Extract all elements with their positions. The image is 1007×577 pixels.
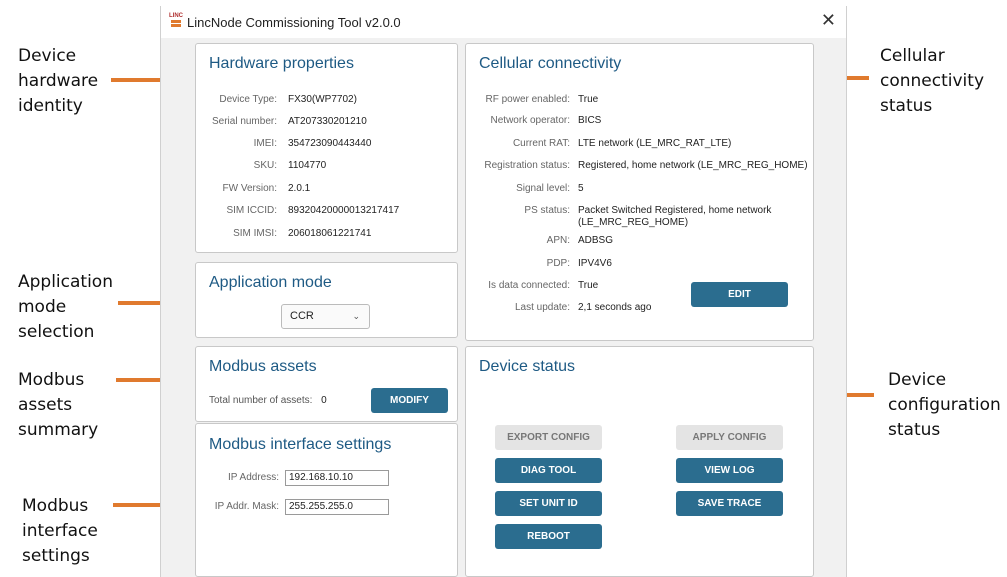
total-assets-value: 0 bbox=[321, 395, 327, 406]
apply-config-button[interactable]: APPLY CONFIG bbox=[676, 425, 783, 450]
cellular-connectivity-panel: Cellular connectivity RF power enabled: T… bbox=[465, 43, 814, 341]
ip-address-field[interactable]: 192.168.10.10 bbox=[285, 470, 389, 486]
close-icon[interactable]: ✕ bbox=[821, 10, 836, 31]
total-assets-row: Total number of assets: 0 bbox=[209, 395, 327, 406]
callout-application-mode-selection: Application mode selection bbox=[18, 272, 113, 342]
reboot-button[interactable]: REBOOT bbox=[495, 524, 602, 549]
application-mode-panel: Application mode CCR ⌄ bbox=[195, 262, 458, 338]
hardware-properties-title: Hardware properties bbox=[209, 55, 354, 72]
ip-mask-field[interactable]: 255.255.255.0 bbox=[285, 499, 389, 515]
callout-modbus-assets-summary: Modbus assets summary bbox=[18, 370, 99, 440]
export-config-button[interactable]: EXPORT CONFIG bbox=[495, 425, 602, 450]
set-unit-id-button[interactable]: SET UNIT ID bbox=[495, 491, 602, 516]
modbus-assets-title: Modbus assets bbox=[209, 358, 317, 375]
callout-modbus-interface-settings: Modbus interface settings bbox=[22, 496, 98, 566]
modbus-interface-title: Modbus interface settings bbox=[209, 436, 392, 453]
hardware-properties-panel: Hardware properties Device Type: FX30(WP7… bbox=[195, 43, 458, 253]
modbus-interface-panel: Modbus interface settings IP Address: 19… bbox=[195, 423, 458, 577]
diag-tool-button[interactable]: DIAG TOOL bbox=[495, 458, 602, 483]
device-status-title: Device status bbox=[479, 358, 576, 375]
modify-button[interactable]: MODIFY bbox=[371, 388, 448, 413]
callout-cellular-connectivity-status: Cellular connectivity status bbox=[880, 46, 985, 116]
callout-device-configuration-status: Device configuration status bbox=[888, 370, 1001, 440]
save-trace-button[interactable]: SAVE TRACE bbox=[676, 491, 783, 516]
title-bar: LINC LincNode Commissioning Tool v2.0.0 … bbox=[161, 6, 846, 38]
callout-device-hardware-identity: Device hardware identity bbox=[18, 46, 99, 116]
device-status-panel: Device status EXPORT CONFIG APPLY CONFIG… bbox=[465, 346, 814, 577]
app-window: LINC LincNode Commissioning Tool v2.0.0 … bbox=[160, 6, 847, 577]
view-log-button[interactable]: VIEW LOG bbox=[676, 458, 783, 483]
cellular-connectivity-title: Cellular connectivity bbox=[479, 55, 622, 72]
modbus-assets-panel: Modbus assets Total number of assets: 0 … bbox=[195, 346, 458, 422]
chevron-down-icon: ⌄ bbox=[352, 311, 360, 321]
window-title: LincNode Commissioning Tool v2.0.0 bbox=[187, 15, 401, 30]
app-logo-icon: LINC bbox=[168, 13, 184, 31]
application-mode-select[interactable]: CCR ⌄ bbox=[281, 304, 370, 329]
edit-button[interactable]: EDIT bbox=[691, 282, 788, 307]
application-mode-title: Application mode bbox=[209, 274, 332, 291]
